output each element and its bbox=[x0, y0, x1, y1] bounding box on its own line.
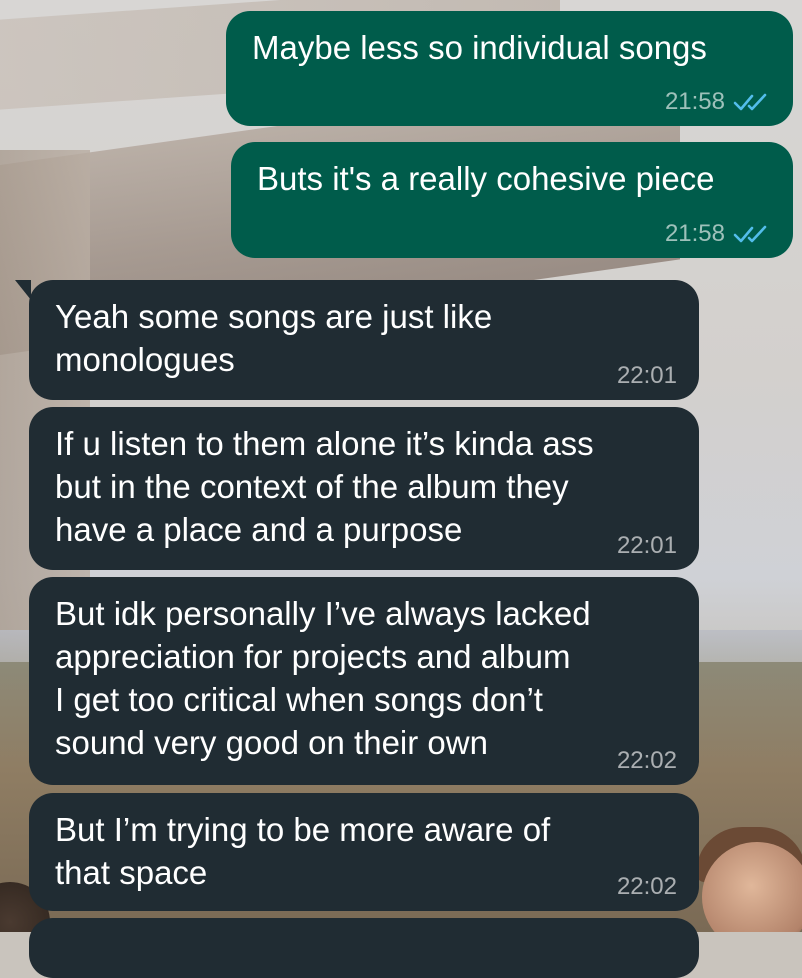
message-time: 22:01 bbox=[616, 532, 677, 559]
message-text: Buts it's a really cohesive piece bbox=[257, 160, 715, 197]
message-bubble-outgoing[interactable]: Maybe less so individual songs 21:58 bbox=[226, 11, 793, 126]
message-text: But idk personally I’ve always lacked ap… bbox=[55, 595, 591, 761]
message-bubble-incoming-partial[interactable] bbox=[29, 918, 699, 978]
message-text: If u listen to them alone it’s kinda ass… bbox=[55, 425, 594, 548]
bubble-tail bbox=[15, 280, 31, 300]
message-text: But I’m trying to be more aware of that … bbox=[55, 811, 551, 891]
message-time: 22:01 bbox=[616, 362, 677, 389]
double-check-icon bbox=[733, 225, 767, 243]
message-bubble-incoming[interactable]: But idk personally I’ve always lacked ap… bbox=[29, 577, 699, 785]
message-bubble-outgoing[interactable]: Buts it's a really cohesive piece 21:58 bbox=[231, 142, 793, 258]
message-bubble-incoming[interactable]: If u listen to them alone it’s kinda ass… bbox=[29, 407, 699, 570]
message-text: Yeah some songs are just like monologues bbox=[55, 298, 493, 378]
message-list[interactable]: Maybe less so individual songs 21:58 But… bbox=[0, 0, 802, 978]
message-time: 22:02 bbox=[616, 747, 677, 774]
message-bubble-incoming[interactable]: But I’m trying to be more aware of that … bbox=[29, 793, 699, 911]
double-check-icon bbox=[733, 93, 767, 111]
message-time: 21:58 bbox=[664, 88, 725, 115]
message-time: 21:58 bbox=[664, 220, 725, 247]
message-bubble-incoming[interactable]: Yeah some songs are just like monologues… bbox=[15, 280, 699, 400]
message-text: Maybe less so individual songs bbox=[252, 29, 707, 66]
message-time: 22:02 bbox=[616, 873, 677, 900]
